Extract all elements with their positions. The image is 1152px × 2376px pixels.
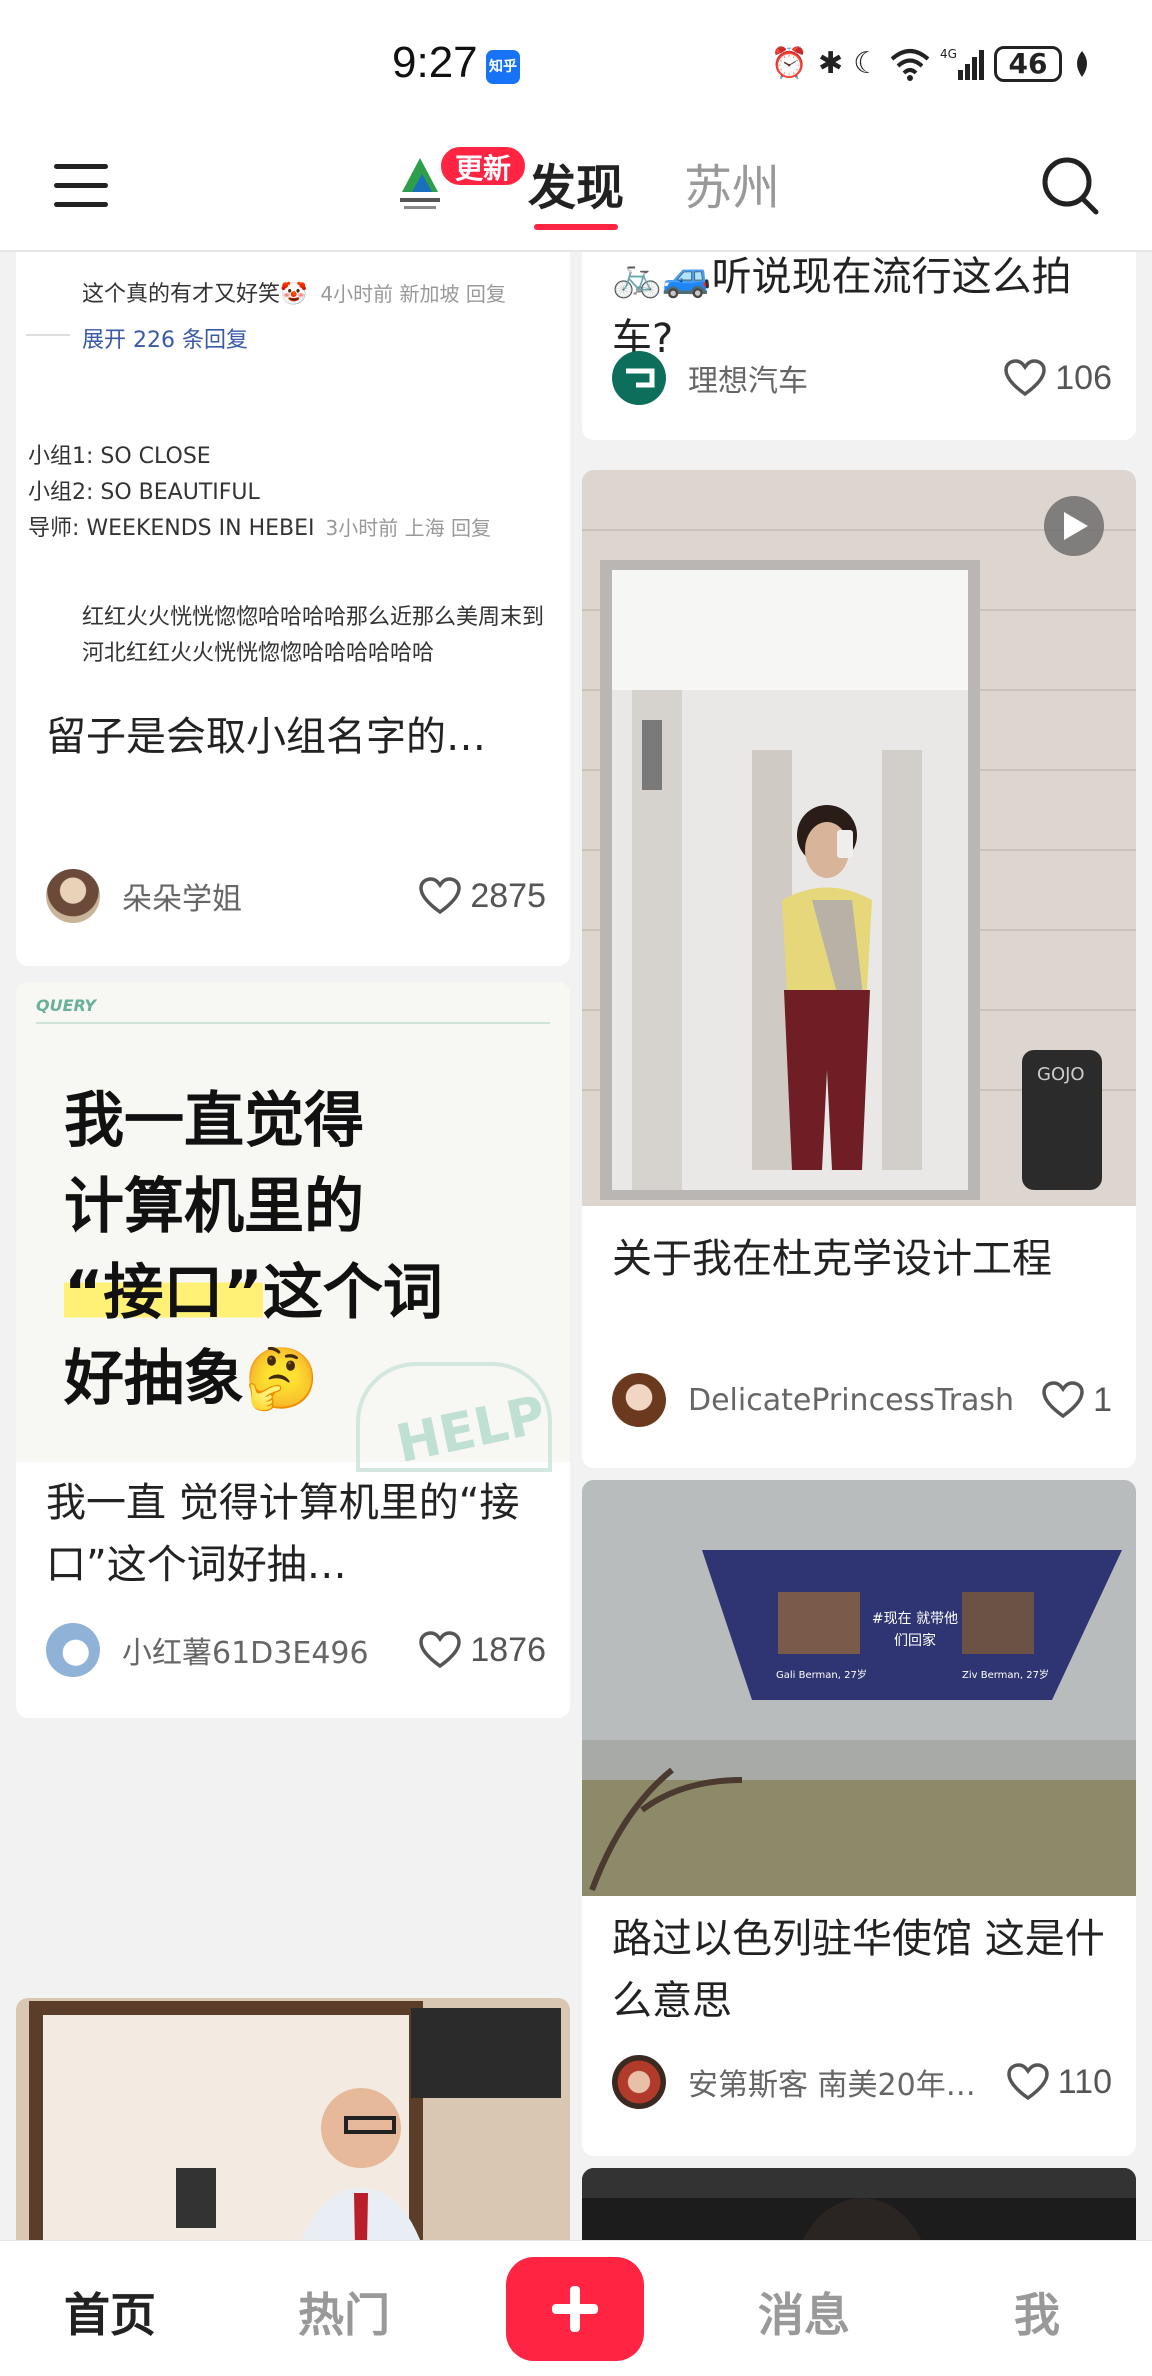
mentor-meta: 3小时前 上海 回复 [325,516,491,540]
like-count: 106 [1055,358,1112,397]
comment-text-2: 红红火火恍恍惚惚哈哈哈哈那么近那么美周末到河北红红火火恍恍惚惚哈哈哈哈哈哈 [82,605,545,666]
zhihu-notification-icon: 知乎 [486,50,520,84]
tab-discover[interactable]: 发现 [528,148,624,218]
top-nav-bar: 更新 发现 苏州 [0,128,1152,252]
tab-city[interactable]: 苏州 [684,148,780,218]
alarm-icon: ⏰ [770,46,808,81]
note-card[interactable]: 🚲🚙听说现在流行这么拍车? 理想汽车 106 [582,252,1136,440]
note-title: 留子是会取小组名字的… [46,714,486,760]
moon-icon: ☾ [853,46,880,81]
comment-text: 这个真的有才又好笑🤡 [82,282,308,307]
battery-icon: 46 [994,46,1062,82]
search-icon[interactable] [1040,154,1100,218]
nav-messages[interactable]: 消息 [758,2279,850,2345]
note-meta: DelicatePrincessTrash 1 [612,1372,1112,1428]
note-cover-image: #现在 就带他们回家 Gali Berman, 27岁 Ziv Berman, … [582,1480,1136,1896]
reply-divider [26,334,70,336]
heart-icon[interactable] [418,1630,462,1670]
menu-icon[interactable] [54,164,108,210]
group-line-1: 小组1: SO CLOSE [28,444,211,469]
avatar[interactable] [612,1373,666,1427]
cover-line-2: 计算机里的 [64,1172,364,1242]
video-note-card[interactable]: GOJO 关于我在杜克学设计工程 DelicatePrincessTrash 1 [582,470,1136,1468]
billboard-name-right: Ziv Berman, 27岁 [962,1670,1049,1681]
signal-4g-icon: 4G [940,47,984,80]
status-icons: ⏰ ✱ ☾ 4G 46 [771,44,1092,84]
expand-replies-link: 展开 226 条回复 [82,328,248,353]
note-meta: 理想汽车 106 [612,350,1112,406]
publish-plus-button[interactable] [506,2257,644,2361]
billboard-name-left: Gali Berman, 27岁 [776,1670,867,1681]
author-name[interactable]: 理想汽车 [688,356,993,400]
leaf-icon [1077,51,1087,77]
mentor-line: 导师: WEEKENDS IN HEBEI [28,516,315,541]
cover-line-3: 这个词 [262,1258,443,1328]
bluetooth-icon: ✱ [817,46,844,81]
billboard-slogan: #现在 就带他们回家 [871,1611,959,1649]
author-name[interactable]: 安第斯客 南美20年… [688,2060,996,2104]
wifi-icon [890,49,930,81]
plus-icon-vertical [570,2286,580,2332]
note-title: 路过以色列驻华使馆 这是什么意思 [612,1916,1105,2024]
bottom-nav-bar: 首页 热门 消息 我 [0,2240,1152,2376]
note-cover-image: 这个真的有才又好笑🤡 4小时前 新加坡 回复 展开 226 条回复 小组1: S… [16,252,570,690]
nav-hot[interactable]: 热门 [298,2279,390,2345]
note-cover-image [582,2168,1136,2240]
note-title: 我一直 觉得计算机里的“接口”这个词好抽… [46,1480,520,1588]
note-cover-image: GOJO [582,470,1136,1206]
like-count: 110 [1057,2062,1112,2101]
status-time: 9:27 [392,38,478,87]
author-name[interactable]: 小红薯61D3E496 [122,1628,408,1672]
query-tag: QUERY [36,996,96,1015]
note-card[interactable] [16,1998,570,2240]
note-meta: 朵朵学姐 2875 [46,868,546,924]
note-card[interactable]: QUERY 我一直觉得 计算机里的 “接口”这个词 好抽象🤔 HELP 我一直 … [16,982,570,1718]
note-meta: 小红薯61D3E496 1876 [46,1622,546,1678]
svg-text:4G: 4G [940,47,957,61]
like-count: 2875 [470,876,546,915]
status-bar: 9:27 知乎 ⏰ ✱ ☾ 4G 46 [0,0,1152,128]
avatar[interactable] [46,869,100,923]
note-title: 关于我在杜克学设计工程 [612,1236,1052,1282]
note-card[interactable]: #现在 就带他们回家 Gali Berman, 27岁 Ziv Berman, … [582,1480,1136,2156]
author-name[interactable]: 朵朵学姐 [122,874,408,918]
nav-home[interactable]: 首页 [64,2279,156,2345]
like-count: 1876 [470,1630,546,1669]
avatar[interactable] [612,2055,666,2109]
nav-me[interactable]: 我 [1014,2279,1060,2345]
comment-meta: 4小时前 新加坡 回复 [320,282,506,306]
note-card[interactable]: 这个真的有才又好笑🤡 4小时前 新加坡 回复 展开 226 条回复 小组1: S… [16,252,570,966]
like-count: 1 [1093,1380,1112,1419]
group-line-2: 小组2: SO BEAUTIFUL [28,480,260,505]
cover-highlight: “接口” [64,1258,263,1328]
tag-divider [36,1022,550,1024]
heart-icon[interactable] [418,876,462,916]
avatar[interactable] [46,1623,100,1677]
note-cover-image: QUERY 我一直觉得 计算机里的 “接口”这个词 好抽象🤔 HELP [16,982,570,1475]
heart-icon[interactable] [1003,358,1047,398]
active-tab-indicator [534,224,618,230]
update-badge[interactable]: 更新 [438,144,529,188]
note-meta: 安第斯客 南美20年… 110 [612,2054,1112,2110]
svg-text:GOJO: GOJO [1037,1064,1085,1085]
feed: 这个真的有才又好笑🤡 4小时前 新加坡 回复 展开 226 条回复 小组1: S… [0,252,1152,2240]
brand-logo-avatar[interactable] [612,351,666,405]
heart-icon[interactable] [1006,2062,1050,2102]
cover-line-1: 我一直觉得 [64,1086,364,1156]
note-card[interactable] [582,2168,1136,2240]
author-name[interactable]: DelicatePrincessTrash [688,1383,1031,1418]
note-cover-image [16,1998,570,2240]
university-logo[interactable] [398,154,442,216]
heart-icon[interactable] [1041,1380,1085,1420]
